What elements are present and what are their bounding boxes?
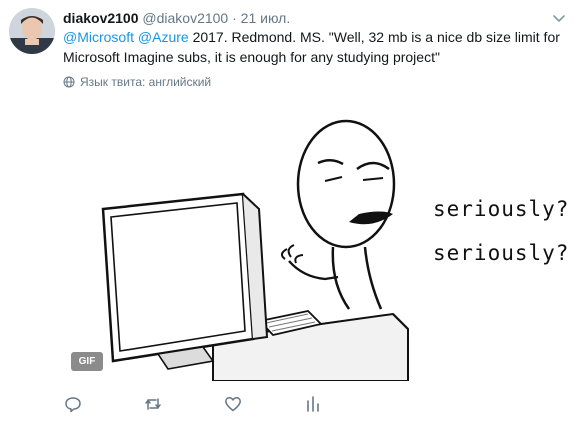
- language-note: Язык твита: английский: [63, 74, 211, 90]
- gif-media[interactable]: seriously? seriously? GIF: [63, 99, 568, 381]
- display-name[interactable]: diakov2100: [63, 10, 139, 26]
- reply-icon: [65, 397, 81, 413]
- tweet-date[interactable]: 21 июл.: [241, 10, 291, 26]
- chevron-down-icon[interactable]: [550, 9, 568, 27]
- language-label: Язык твита: английский: [80, 75, 212, 89]
- avatar[interactable]: [9, 8, 55, 54]
- drawn-caption: seriously?: [433, 241, 568, 265]
- gif-frame-illustration: [63, 99, 568, 381]
- user-handle[interactable]: @diakov2100: [142, 10, 228, 26]
- tweet-header: diakov2100 @diakov2100 · 21 июл.: [63, 8, 568, 28]
- retweet-icon: [145, 398, 161, 410]
- analytics-button[interactable]: [303, 394, 323, 414]
- separator-dot: ·: [232, 10, 237, 26]
- tweet-text: @Microsoft @Azure 2017. Redmond. MS. "We…: [63, 27, 568, 67]
- globe-icon: [63, 76, 75, 88]
- drawn-caption: seriously?: [433, 197, 568, 221]
- mention-link[interactable]: @Azure: [138, 29, 189, 45]
- tweet-actions: [63, 394, 543, 414]
- like-button[interactable]: [223, 394, 243, 414]
- mention-link[interactable]: @Microsoft: [63, 29, 134, 45]
- avatar-image: [9, 8, 55, 54]
- retweet-button[interactable]: [143, 394, 163, 414]
- reply-button[interactable]: [63, 394, 83, 414]
- like-icon: [225, 397, 241, 412]
- analytics-icon: [307, 396, 319, 412]
- gif-badge: GIF: [71, 352, 103, 371]
